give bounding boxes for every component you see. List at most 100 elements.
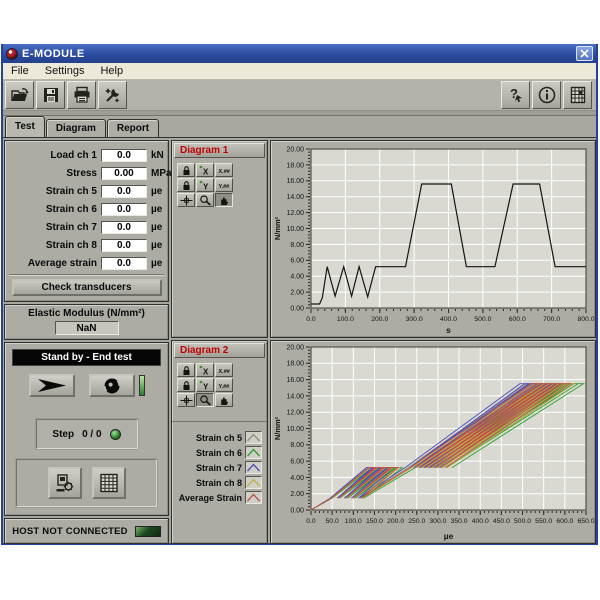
readout-row: Average strain 0.0 µe <box>5 254 168 272</box>
help-button[interactable]: ? <box>501 81 530 109</box>
tab[interactable]: Diagram <box>46 119 106 137</box>
legend-item[interactable]: Strain ch 5 <box>172 430 267 445</box>
legend-item[interactable]: Strain ch 6 <box>172 445 267 460</box>
svg-text:500.0: 500.0 <box>514 518 531 525</box>
print-button[interactable] <box>67 81 96 109</box>
svg-text:600.0: 600.0 <box>556 518 573 525</box>
pan-tool-button[interactable] <box>215 193 233 207</box>
menu-item[interactable]: File <box>3 63 37 79</box>
svg-text:X: X <box>203 167 209 176</box>
chart2-stress-strain[interactable]: 0.050.0100.0150.0200.0250.0300.0350.0400… <box>271 341 595 543</box>
svg-text:100.0: 100.0 <box>345 518 362 525</box>
x-scale-format-button[interactable]: X.## <box>215 363 233 377</box>
chart1-stress-time[interactable]: 0.0100.0200.0300.0400.0500.0600.0700.080… <box>271 141 595 337</box>
readout-label: Average strain <box>5 258 97 269</box>
legend-item[interactable]: Average Strain <box>172 490 267 505</box>
save-button[interactable] <box>36 81 65 109</box>
y-scale-format-button[interactable]: Y.## <box>215 178 233 192</box>
readout-value-field[interactable]: 0.00 <box>101 167 147 180</box>
info-button[interactable] <box>532 81 561 109</box>
data-table-button[interactable] <box>92 467 126 499</box>
legend-item[interactable]: Strain ch 8 <box>172 475 267 490</box>
title-bar[interactable]: E-MODULE <box>3 44 596 63</box>
readout-value-field[interactable]: 0.0 <box>101 239 147 252</box>
autoscale-y-button[interactable]: Y <box>196 178 214 192</box>
svg-text:300.0: 300.0 <box>406 316 423 323</box>
close-icon <box>580 49 589 58</box>
check-transducers-button[interactable]: Check transducers <box>12 279 162 296</box>
pan-tool-icon <box>218 195 231 206</box>
zoom-tool-button[interactable] <box>196 193 214 207</box>
tab-strip: TestDiagramReport <box>3 116 596 137</box>
svg-text:10.00: 10.00 <box>286 226 304 233</box>
y-scale-format-icon: Y.## <box>218 180 231 191</box>
svg-text:800.0: 800.0 <box>577 316 594 323</box>
readout-unit: µe <box>151 240 168 251</box>
readout-value-field[interactable]: 0.0 <box>101 203 147 216</box>
readout-unit: µe <box>151 258 168 269</box>
svg-text:350.0: 350.0 <box>451 518 468 525</box>
svg-text:Y: Y <box>203 182 209 191</box>
legend-item[interactable]: Strain ch 7 <box>172 460 267 475</box>
app-icon <box>6 48 18 60</box>
x-scale-format-button[interactable]: X.## <box>215 163 233 177</box>
tools-button[interactable] <box>98 81 127 109</box>
readout-value-field[interactable]: 0.0 <box>101 185 147 198</box>
svg-text:16.00: 16.00 <box>286 178 304 185</box>
machine-icon <box>54 472 76 494</box>
autoscale-x-button[interactable]: X <box>196 163 214 177</box>
svg-text:14.00: 14.00 <box>286 194 304 201</box>
svg-text:600.0: 600.0 <box>509 316 526 323</box>
status-display: Stand by - End test <box>12 349 161 366</box>
elastic-modulus-value: NaN <box>55 321 119 335</box>
readout-label: Strain ch 8 <box>5 240 97 251</box>
diagram1-panel: Diagram 1 X X.## Y Y.## <box>171 140 268 338</box>
chart1-panel: 0.0100.0200.0300.0400.0500.0600.0700.080… <box>270 140 596 338</box>
autoscale-x-button[interactable]: X <box>196 363 214 377</box>
legend-line-sample <box>245 476 262 489</box>
readout-value-field[interactable]: 0.0 <box>101 221 147 234</box>
host-status-label: HOST NOT CONNECTED <box>12 526 128 537</box>
menu-item[interactable]: Help <box>92 63 131 79</box>
grid-button[interactable] <box>563 81 592 109</box>
diagram1-graph-palette: X X.## Y Y.## <box>177 163 267 207</box>
save-icon <box>41 85 61 105</box>
pan-tool-button[interactable] <box>215 393 233 407</box>
host-status-panel: HOST NOT CONNECTED <box>4 518 169 544</box>
zoom-tool-button[interactable] <box>196 393 214 407</box>
lock-x-button[interactable] <box>177 163 195 177</box>
svg-text:250.0: 250.0 <box>408 518 425 525</box>
autoscale-y-button[interactable]: Y <box>196 378 214 392</box>
autoscale-x-icon: X <box>199 165 212 176</box>
lock-x-icon <box>180 365 193 376</box>
help-icon: ? <box>506 85 526 105</box>
open-button[interactable] <box>5 81 34 109</box>
y-scale-format-button[interactable]: Y.## <box>215 378 233 392</box>
cursor-tool-button[interactable] <box>177 393 195 407</box>
legend-label: Strain ch 5 <box>196 433 242 443</box>
svg-text:300.0: 300.0 <box>429 518 446 525</box>
machine-setup-button[interactable] <box>48 467 82 499</box>
lock-x-button[interactable] <box>177 363 195 377</box>
lock-x-icon <box>180 165 193 176</box>
page: E-MODULE FileSettingsHelp <box>0 0 600 600</box>
readout-value-field[interactable]: 0.0 <box>101 257 147 270</box>
lock-y-button[interactable] <box>177 178 195 192</box>
readout-value-field[interactable]: 0.0 <box>101 149 147 162</box>
close-button[interactable] <box>576 46 593 61</box>
lock-y-button[interactable] <box>177 378 195 392</box>
menu-item[interactable]: Settings <box>37 63 93 79</box>
readout-label: Strain ch 5 <box>5 186 97 197</box>
start-button[interactable] <box>29 374 75 397</box>
legend-line-sample <box>245 431 262 444</box>
svg-text:8.00: 8.00 <box>290 242 304 249</box>
tab[interactable]: Report <box>107 119 159 137</box>
stop-button[interactable] <box>89 374 135 397</box>
tab[interactable]: Test <box>5 116 45 137</box>
readout-row: Strain ch 7 0.0 µe <box>5 218 168 236</box>
cursor-tool-button[interactable] <box>177 193 195 207</box>
svg-text:0.00: 0.00 <box>290 305 304 312</box>
diagram1-header: Diagram 1 <box>174 143 265 158</box>
legend-label: Strain ch 8 <box>196 478 242 488</box>
toolbar: ? <box>3 80 596 111</box>
